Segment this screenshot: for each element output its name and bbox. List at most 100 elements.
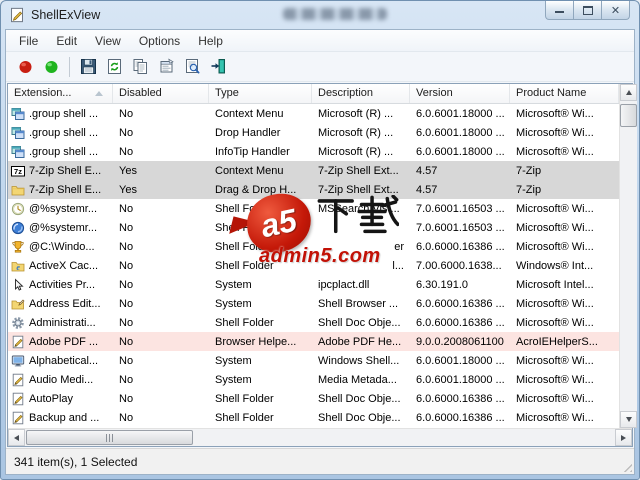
left-arrow-icon <box>14 434 19 441</box>
table-row[interactable]: Alphabetical... No System Windows Shell... 6… <box>8 351 619 370</box>
menu-file[interactable]: File <box>10 32 47 50</box>
extension-label: Adobe PDF ... <box>29 335 99 348</box>
menu-view[interactable]: View <box>86 32 130 50</box>
cell-type: Shell Folder <box>215 259 274 272</box>
menu-help[interactable]: Help <box>189 32 232 50</box>
down-arrow-icon <box>625 417 632 422</box>
thumb-grip <box>112 433 113 442</box>
menu-options[interactable]: Options <box>130 32 189 50</box>
cell-version: 6.0.6000.16386 ... <box>416 297 505 310</box>
table-row[interactable]: Activities Pr... No System ipcplact.dll 6.30… <box>8 275 619 294</box>
table-row[interactable]: @%systemr... No Shell Folder 7.0.6001.16503… <box>8 218 619 237</box>
cell-extension: .group shell ... <box>8 126 113 140</box>
extension-label: .group shell ... <box>29 126 99 139</box>
table-row[interactable]: 7z 7-Zip Shell E... Yes Context Menu 7-Zip S… <box>8 161 619 180</box>
copy-button[interactable] <box>127 55 153 79</box>
exit-icon <box>211 59 225 74</box>
table-row[interactable]: Administrati... No Shell Folder Shell Doc O… <box>8 313 619 332</box>
column-header-label: Extension... <box>14 87 72 99</box>
table-row[interactable]: Address Edit... No System Shell Browser ...… <box>8 294 619 313</box>
table-row[interactable]: e ActiveX Cac... No Shell Folder l... 7.00.60… <box>8 256 619 275</box>
red-circle-icon <box>19 61 31 73</box>
exit-button[interactable] <box>205 55 231 79</box>
close-button[interactable]: ✕ <box>601 1 630 20</box>
column-header-product-name[interactable]: Product Name <box>510 84 619 103</box>
table-row[interactable]: Adobe PDF ... No Browser Helpe... Adobe PDF… <box>8 332 619 351</box>
cell-description: Microsoft (R) ... <box>318 126 394 139</box>
column-header-description[interactable]: Description <box>312 84 410 103</box>
table-row[interactable]: Backup and ... No Shell Folder Shell Doc Ob… <box>8 408 619 427</box>
minimize-button[interactable] <box>545 1 574 20</box>
resize-grip[interactable] <box>620 460 632 472</box>
table-row[interactable]: 7-Zip Shell E... Yes Drag & Drop H... 7-Zip… <box>8 180 619 199</box>
horizontal-scrollbar[interactable] <box>8 428 632 446</box>
status-text: 341 item(s), 1 Selected <box>14 454 138 469</box>
find-button[interactable] <box>179 55 205 79</box>
cell-product: Microsoft® Wi... <box>516 240 594 253</box>
cell-extension: @C:\Windo... <box>8 240 113 254</box>
extension-label: Activities Pr... <box>29 278 96 291</box>
menu-bar: File Edit View Options Help <box>6 30 634 52</box>
cell-extension: Administrati... <box>8 316 113 330</box>
group-windows-icon <box>11 145 25 159</box>
svg-text:e: e <box>16 263 20 272</box>
cell-version: 6.30.191.0 <box>416 278 468 291</box>
cell-type: Drop Handler <box>215 126 281 139</box>
horizontal-scroll-thumb[interactable] <box>26 430 193 445</box>
cell-version: 6.0.6000.16386 ... <box>416 316 505 329</box>
column-header-version[interactable]: Version <box>410 84 510 103</box>
save-button[interactable] <box>75 55 101 79</box>
extension-label: Administrati... <box>29 316 96 329</box>
monitor-icon <box>11 354 25 368</box>
cell-type: Drag & Drop H... <box>215 183 297 196</box>
vertical-scrollbar[interactable] <box>619 84 637 428</box>
extensions-list: Extension... Disabled Type Description Versi… <box>7 83 637 447</box>
enable-selected-button[interactable] <box>38 55 64 79</box>
column-header-disabled[interactable]: Disabled <box>113 84 209 103</box>
cell-version: 6.0.6001.18000 ... <box>416 126 505 139</box>
cell-disabled: No <box>119 278 134 291</box>
column-header-extension[interactable]: Extension... <box>8 84 113 103</box>
disable-selected-button[interactable] <box>12 55 38 79</box>
cell-type: Shell Folder <box>215 202 274 215</box>
table-row[interactable]: .group shell ... No Drop Handler Microsoft … <box>8 123 619 142</box>
cell-extension: Alphabetical... <box>8 354 113 368</box>
scroll-left-button[interactable] <box>8 429 25 446</box>
table-row[interactable]: .group shell ... No Context Menu Microsoft … <box>8 104 619 123</box>
cell-product: Microsoft® Wi... <box>516 373 594 386</box>
properties-button[interactable] <box>153 55 179 79</box>
cell-type: Context Menu <box>215 164 284 177</box>
table-row[interactable]: .group shell ... No InfoTip Handler Microso… <box>8 142 619 161</box>
table-row[interactable]: AutoPlay No Shell Folder Shell Doc Obje... 6… <box>8 389 619 408</box>
table-row[interactable]: Audio Medi... No System Media Metada... 6.0.… <box>8 370 619 389</box>
titlebar-blurred-watermark <box>283 8 387 20</box>
title-bar[interactable]: ShellExView ✕ <box>1 1 639 28</box>
scroll-right-button[interactable] <box>615 429 632 446</box>
cell-product: Microsoft® Wi... <box>516 354 594 367</box>
maximize-button[interactable] <box>573 1 602 20</box>
cell-description: 7-Zip Shell Ext... <box>318 183 399 196</box>
shellexview-window: ShellExView ✕ File Edit View Options Help Ex… <box>0 0 640 480</box>
cell-disabled: No <box>119 297 134 310</box>
cell-type: System <box>215 373 252 386</box>
ie-folder-icon: e <box>11 259 25 273</box>
cell-version: 6.0.6001.18000 ... <box>416 354 505 367</box>
scroll-down-button[interactable] <box>620 411 637 428</box>
cell-disabled: Yes <box>119 164 137 177</box>
cell-type: Shell Folder <box>215 240 274 253</box>
cell-disabled: No <box>119 259 134 272</box>
cell-disabled: No <box>119 145 134 158</box>
scroll-up-button[interactable] <box>620 84 637 101</box>
cell-extension: 7-Zip Shell E... <box>8 183 113 197</box>
vertical-scroll-thumb[interactable] <box>620 104 637 127</box>
minimize-icon <box>555 8 564 13</box>
cell-extension: Adobe PDF ... <box>8 335 113 349</box>
cell-version: 7.00.6000.1638... <box>416 259 502 272</box>
table-row[interactable]: @%systemr... No Shell Folder MSSearch Vist.… <box>8 199 619 218</box>
refresh-button[interactable] <box>101 55 127 79</box>
extension-label: AutoPlay <box>29 392 74 405</box>
menu-edit[interactable]: Edit <box>47 32 86 50</box>
column-header-type[interactable]: Type <box>209 84 312 103</box>
cell-product: Windows® Int... <box>516 259 594 272</box>
table-row[interactable]: @C:\Windo... No Shell Folder er 6.0.6000.163… <box>8 237 619 256</box>
